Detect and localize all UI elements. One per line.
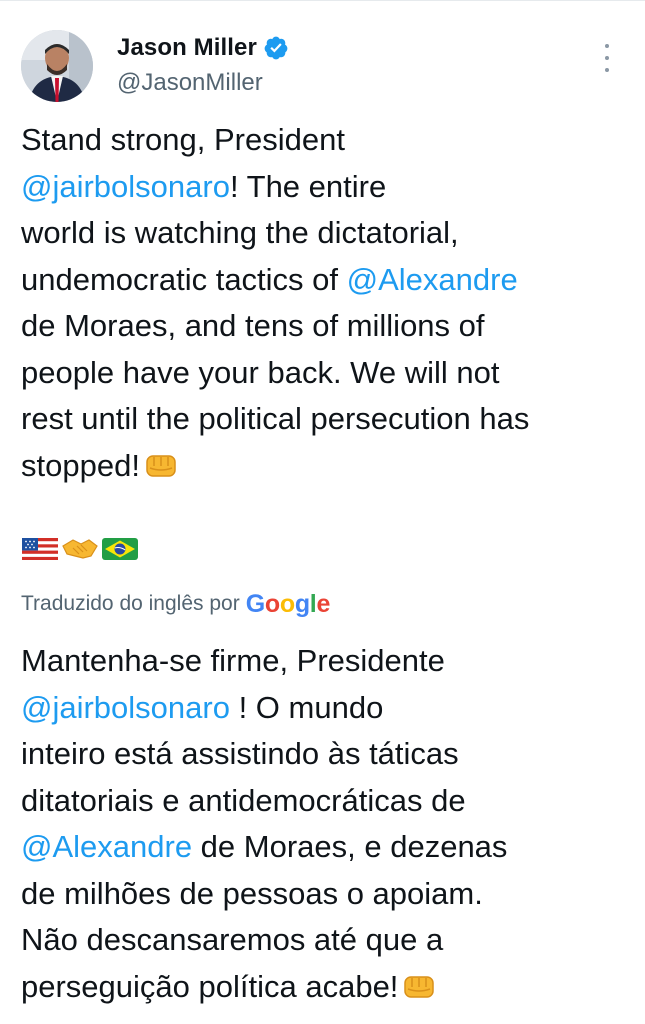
translated-line: @jairbolsonaro ! O mundo (21, 689, 384, 725)
translated-line: de milhões de pessoas o apoiam. (21, 875, 483, 911)
author-avatar[interactable] (21, 30, 93, 102)
brazil-flag-emoji-icon (101, 534, 139, 564)
translation-attribution: Traduzido do inglês por Google (21, 588, 330, 620)
oncoming-fist-emoji-icon (144, 447, 178, 477)
google-logo-letter: g (294, 589, 310, 618)
mention-alexandre-link[interactable]: @Alexandre (21, 829, 192, 864)
tweet-detail: Jason Miller @JasonMiller Stand strong, … (0, 0, 645, 1024)
google-logo-letter: l (309, 589, 317, 618)
verified-badge-icon (263, 35, 289, 61)
translated-from-label: Traduzido do inglês por (21, 592, 240, 615)
handshake-emoji-icon (61, 534, 99, 564)
author-handle[interactable]: @JasonMiller (117, 69, 263, 97)
mention-alexandre-link[interactable]: @Alexandre (347, 262, 518, 297)
author-name-row: Jason Miller (117, 33, 289, 63)
tweet-line: undemocratic tactics of @Alexandre (21, 261, 518, 297)
translated-line: @Alexandre de Moraes, e dezenas (21, 829, 508, 864)
mention-jairbolsonaro-link[interactable]: @jairbolsonaro (21, 169, 230, 204)
translated-line: ditatoriais e antidemocráticas de (21, 782, 466, 818)
translated-line: Não descansaremos até que a (21, 922, 444, 957)
tweet-line: rest until the political persecution has (21, 401, 530, 436)
oncoming-fist-emoji-icon (402, 968, 436, 998)
tweet-line: stopped! (21, 443, 631, 490)
translated-tweet-body: Mantenha-se firme, Presidente @jairbolso… (21, 638, 631, 1010)
emoji-row (21, 534, 139, 564)
translated-line: inteiro está assistindo às táticas (21, 736, 459, 771)
more-options-icon[interactable] (603, 44, 611, 72)
tweet-line: Stand strong, President (21, 122, 345, 157)
tweet-body: Stand strong, President @jairbolsonaro! … (21, 117, 631, 489)
translated-line: Mantenha-se firme, Presidente (21, 643, 445, 678)
google-logo-letter: e (316, 589, 331, 618)
google-logo-letter: G (245, 589, 265, 618)
google-logo-letter: o (279, 589, 295, 618)
profile-photo-icon (21, 30, 93, 102)
google-logo-letter: o (264, 589, 280, 618)
us-flag-emoji-icon (21, 534, 59, 564)
author-name[interactable]: Jason Miller (117, 34, 257, 62)
google-logo[interactable]: Google (245, 589, 331, 619)
tweet-header: Jason Miller @JasonMiller (21, 24, 621, 104)
tweet-line: @jairbolsonaro! The entire (21, 168, 387, 204)
top-divider (0, 0, 645, 1)
mention-jairbolsonaro-link[interactable]: @jairbolsonaro (21, 690, 230, 725)
tweet-line: de Moraes, and tens of millions of (21, 308, 485, 343)
tweet-line: people have your back. We will not (21, 354, 500, 390)
tweet-line: world is watching the dictatorial, (21, 215, 459, 250)
translated-line: perseguição política acabe! (21, 964, 631, 1011)
